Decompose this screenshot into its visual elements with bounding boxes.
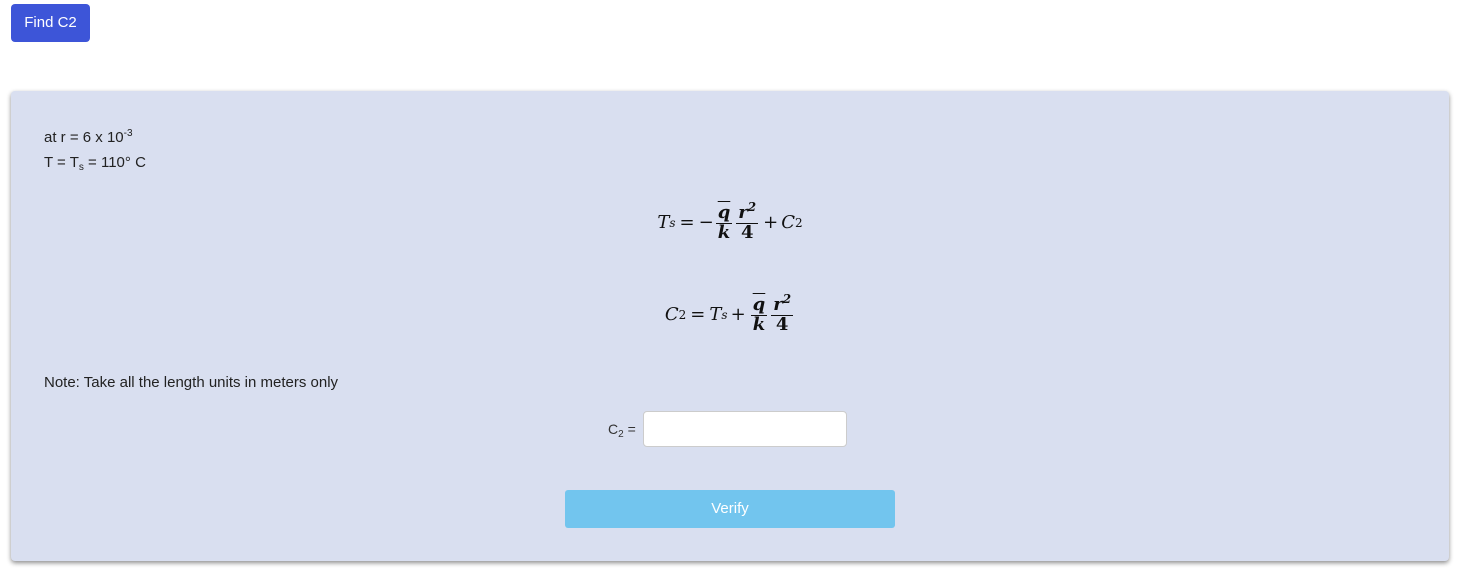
fraction-q-over-k: q k [750, 294, 768, 335]
given-values: at r = 6 x 10-3 T = Ts = 110° C [44, 125, 146, 175]
fraction-r2-over-4: r2 4 [771, 292, 794, 335]
equation-c2: C2 = Ts + q k r2 4 [664, 292, 794, 335]
fraction-r2-over-4: r2 4 [736, 200, 759, 243]
verify-button[interactable]: Verify [565, 490, 895, 528]
fraction-q-over-k: q k [715, 202, 733, 243]
c2-answer-row: C2 = [608, 411, 847, 447]
find-c2-button[interactable]: Find C2 [11, 4, 90, 42]
equation-ts: Ts = − q k r2 4 + C2 [657, 200, 803, 243]
given-temperature: T = Ts = 110° C [44, 154, 146, 173]
units-note: Note: Take all the length units in meter… [44, 374, 339, 391]
problem-panel: at r = 6 x 10-3 T = Ts = 110° C Ts = − q… [11, 91, 1449, 561]
c2-label: C2 = [608, 421, 636, 440]
given-radius: at r = 6 x 10-3 [44, 128, 133, 147]
c2-input[interactable] [642, 411, 847, 447]
